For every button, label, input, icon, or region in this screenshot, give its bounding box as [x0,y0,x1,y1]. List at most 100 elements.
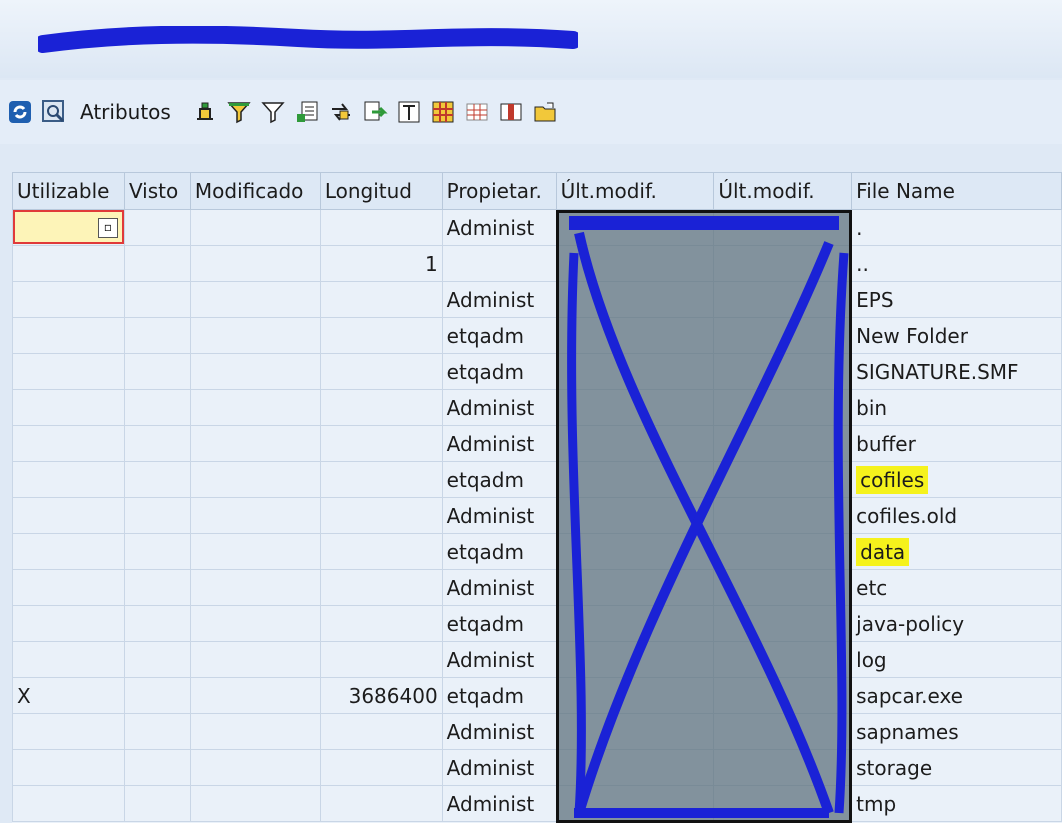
cell-visto[interactable] [123,281,191,318]
cell-visto[interactable] [123,425,191,462]
refresh-icon[interactable] [6,98,34,126]
cell-propietario[interactable]: etqadm [441,605,557,642]
folder-icon[interactable] [531,98,559,126]
cell-file-name[interactable]: java-policy [851,605,1062,642]
cell-utilizable[interactable] [12,569,125,606]
cell-utilizable[interactable] [12,353,125,390]
column-header-date[interactable]: Últ.modif. [555,172,715,210]
cell-modificado[interactable] [189,317,321,354]
table-row[interactable]: Administ log [12,641,1062,678]
table-row[interactable]: etqadm SIGNATURE.SMF [12,353,1062,390]
cell-utilizable[interactable] [12,785,125,822]
cell-propietario[interactable]: Administ [441,749,557,786]
move-icon[interactable] [361,98,389,126]
cell-visto[interactable] [123,533,191,570]
cell-modificado[interactable] [189,677,321,714]
cell-file-name[interactable]: EPS [851,281,1062,318]
cell-utilizable[interactable] [12,749,125,786]
cell-longitud[interactable] [319,281,443,318]
column-header-longitud[interactable]: Longitud [319,172,443,210]
cell-longitud[interactable] [319,353,443,390]
cell-longitud[interactable] [319,317,443,354]
cell-propietario[interactable]: Administ [441,713,557,750]
table-row[interactable]: Administ sapnames [12,713,1062,750]
cell-modificado[interactable] [189,785,321,822]
cell-utilizable[interactable] [12,317,125,354]
cell-file-name[interactable]: etc [851,569,1062,606]
cell-longitud[interactable] [319,533,443,570]
cell-longitud[interactable] [319,569,443,606]
cell-utilizable[interactable]: X [12,677,125,714]
cell-visto[interactable] [123,317,191,354]
column-header-modificado[interactable]: Modificado [189,172,321,210]
cell-propietario[interactable]: etqadm [441,677,557,714]
cell-visto[interactable] [123,389,191,426]
grid-icon[interactable] [463,98,491,126]
cell-longitud[interactable]: 1 [319,245,443,282]
table-row[interactable]: Administ. [12,209,1062,246]
cell-utilizable[interactable] [12,245,125,282]
cell-propietario[interactable]: Administ [441,425,557,462]
cell-propietario[interactable]: Administ [441,641,557,678]
total-icon[interactable] [395,98,423,126]
cell-modificado[interactable] [189,569,321,606]
cell-utilizable[interactable] [12,389,125,426]
layout-icon[interactable] [429,98,457,126]
cell-modificado[interactable] [189,209,321,246]
cell-propietario[interactable]: etqadm [441,317,557,354]
table-row[interactable]: etqadm data [12,533,1062,570]
cell-longitud[interactable] [319,389,443,426]
cell-longitud[interactable] [319,209,443,246]
cell-file-name[interactable]: cofiles.old [851,497,1062,534]
cell-file-name[interactable]: . [851,209,1062,246]
cell-file-name[interactable]: log [851,641,1062,678]
table-row[interactable]: 1.. [12,245,1062,282]
cell-propietario[interactable]: etqadm [441,461,557,498]
cell-propietario[interactable]: Administ [441,497,557,534]
cell-longitud[interactable] [319,785,443,822]
cell-utilizable[interactable] [12,605,125,642]
cell-visto[interactable] [123,353,191,390]
cell-utilizable[interactable] [12,533,125,570]
cell-modificado[interactable] [189,353,321,390]
cell-modificado[interactable] [189,605,321,642]
table-row[interactable]: etqadm java-policy [12,605,1062,642]
cell-longitud[interactable] [319,641,443,678]
cell-modificado[interactable] [189,533,321,570]
table-row[interactable]: Administ tmp [12,785,1062,822]
cell-file-name[interactable]: tmp [851,785,1062,822]
column-header-time[interactable]: Últ.modif. [713,172,853,210]
cell-file-name[interactable]: bin [851,389,1062,426]
cell-longitud[interactable] [319,749,443,786]
cell-visto[interactable] [123,497,191,534]
table-row[interactable]: Administ buffer [12,425,1062,462]
cell-utilizable[interactable] [12,425,125,462]
cell-longitud[interactable] [319,605,443,642]
cell-modificado[interactable] [189,461,321,498]
cell-modificado[interactable] [189,281,321,318]
cell-utilizable[interactable] [12,497,125,534]
cell-visto[interactable] [123,605,191,642]
attributes-button[interactable]: Atributos [80,100,171,124]
sort-ascending-icon[interactable] [191,98,219,126]
cell-visto[interactable] [123,749,191,786]
export-icon[interactable] [293,98,321,126]
table-row[interactable]: etqadm New Folder [12,317,1062,354]
cell-modificado[interactable] [189,389,321,426]
cell-file-name[interactable]: SIGNATURE.SMF [851,353,1062,390]
cell-file-name[interactable]: New Folder [851,317,1062,354]
table-row[interactable]: X 3686400 etqadm sapcar.exe [12,677,1062,714]
column-header-utilizable[interactable]: Utilizable [12,172,125,210]
table-row[interactable]: Administ bin [12,389,1062,426]
cell-utilizable[interactable] [12,713,125,750]
find-icon[interactable] [40,98,68,126]
cell-propietario[interactable] [441,245,557,282]
cell-file-name[interactable]: data [851,533,1062,570]
table-row[interactable]: etqadm cofiles [12,461,1062,498]
expand-icon[interactable]: ▫ [98,218,118,238]
cell-modificado[interactable] [189,245,321,282]
cell-longitud[interactable] [319,713,443,750]
cell-propietario[interactable]: etqadm [441,533,557,570]
filter-set-icon[interactable] [259,98,287,126]
filter-icon[interactable] [225,98,253,126]
